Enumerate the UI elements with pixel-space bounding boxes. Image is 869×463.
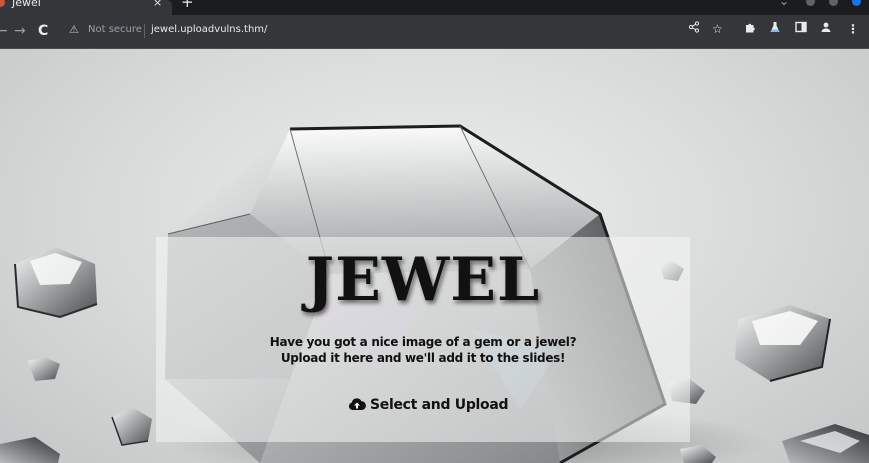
- browser-toolbar: ← → C ⚠ Not secure jewel.uploadvulns.thm…: [0, 15, 869, 49]
- new-tab-button[interactable]: +: [181, 0, 194, 10]
- minimize-icon[interactable]: [806, 0, 815, 6]
- menu-icon[interactable]: ⋮: [847, 20, 859, 38]
- share-icon[interactable]: [688, 20, 700, 38]
- select-and-upload-button[interactable]: Select and Upload: [348, 395, 509, 415]
- labs-icon[interactable]: [769, 20, 781, 38]
- url-text[interactable]: jewel.uploadvulns.thm/: [151, 24, 267, 35]
- upload-label: Select and Upload: [370, 397, 509, 413]
- side-panel-icon[interactable]: [795, 20, 807, 38]
- tab-strip: Jewel × + ⌄: [0, 0, 869, 15]
- extensions-icon[interactable]: [744, 20, 756, 38]
- upload-message-line2: Upload it here and we'll add it to the s…: [280, 351, 566, 365]
- cloud-upload-icon: [348, 396, 366, 415]
- back-icon[interactable]: ←: [0, 22, 8, 40]
- star-icon[interactable]: ☆: [712, 20, 723, 38]
- address-separator: [144, 24, 145, 38]
- maximize-icon[interactable]: [829, 0, 838, 6]
- address-bar[interactable]: ⚠ Not secure jewel.uploadvulns.thm/: [60, 20, 855, 43]
- profile-icon[interactable]: [820, 20, 832, 38]
- reload-icon[interactable]: C: [38, 22, 48, 40]
- upload-message-line1: Have you got a nice image of a gem or a …: [269, 335, 577, 349]
- security-label[interactable]: Not secure: [88, 24, 142, 35]
- favicon-icon: [0, 0, 5, 7]
- tab-close-icon[interactable]: ×: [153, 0, 162, 9]
- forward-icon[interactable]: →: [14, 22, 26, 40]
- tab-jewel[interactable]: Jewel ×: [0, 0, 172, 15]
- site-logo: JEWEL: [305, 245, 541, 315]
- tab-title: Jewel: [12, 0, 41, 9]
- tab-search-icon[interactable]: ⌄: [779, 0, 789, 8]
- page-viewport: JEWEL Have you got a nice image of a gem…: [0, 49, 869, 463]
- close-window-icon[interactable]: [852, 0, 861, 6]
- warning-icon[interactable]: ⚠: [69, 23, 79, 36]
- upload-card: JEWEL Have you got a nice image of a gem…: [156, 237, 690, 442]
